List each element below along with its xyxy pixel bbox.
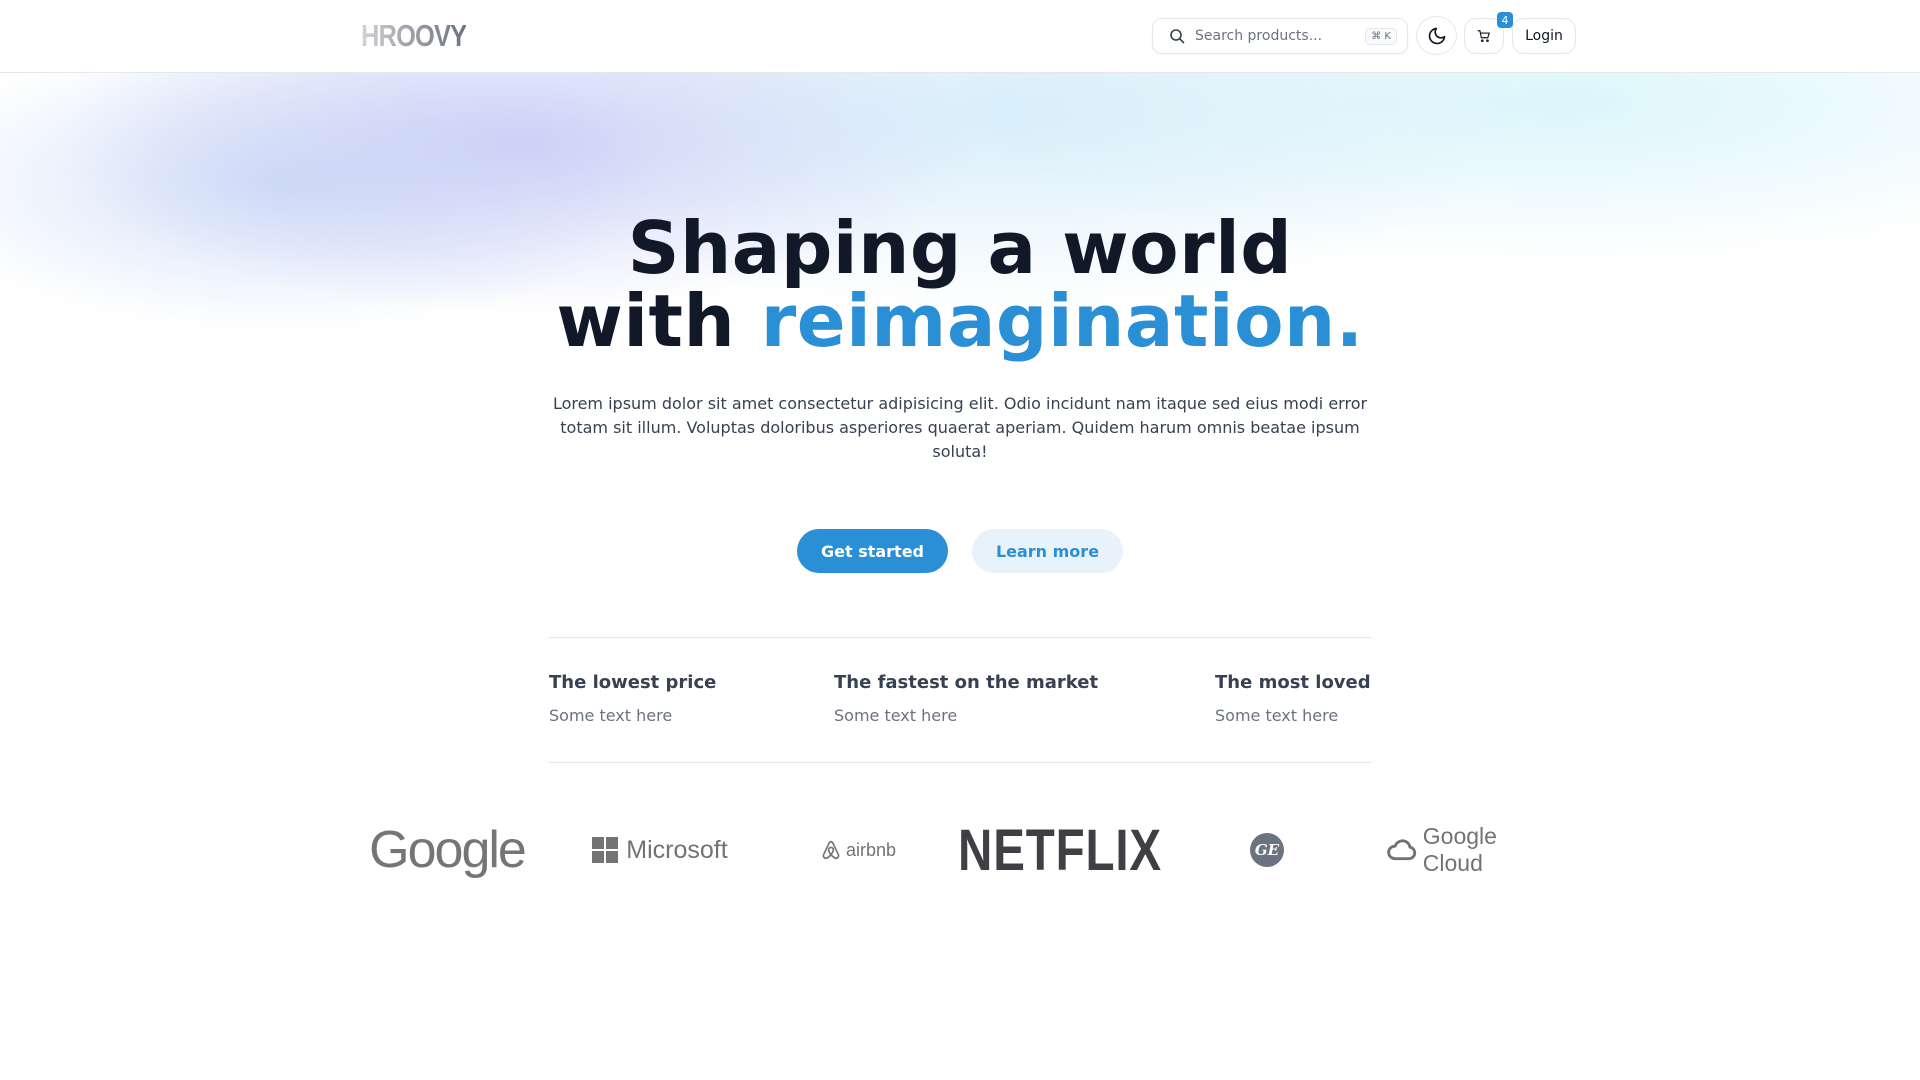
- hero-headline: Shaping a world with reimagination.: [0, 212, 1920, 358]
- airbnb-wordmark: airbnb: [845, 839, 897, 860]
- feature-text: Some text here: [834, 706, 958, 725]
- feature-lowest-price: The lowest price Some text here: [549, 672, 716, 725]
- headline-line-1: Shaping a world: [627, 206, 1293, 290]
- search-box[interactable]: ⌘ K: [1152, 18, 1408, 54]
- feature-text: Some text here: [1215, 706, 1339, 725]
- headline-with: with: [556, 279, 761, 363]
- search-icon: [1170, 29, 1185, 44]
- features-strip: The lowest price Some text here The fast…: [549, 637, 1371, 763]
- airbnb-belo-icon: [822, 840, 840, 860]
- microsoft-grid-icon: [592, 837, 619, 863]
- cart-icon: [1477, 30, 1490, 43]
- headline-accent: reimagination.: [760, 279, 1364, 363]
- moon-icon: [1428, 27, 1445, 44]
- feature-title: The lowest price: [549, 672, 717, 693]
- cloud-icon: [1387, 839, 1417, 861]
- feature-fastest: The fastest on the market Some text here: [834, 672, 1098, 725]
- search-input[interactable]: [1195, 28, 1365, 44]
- cart-button[interactable]: 4: [1464, 12, 1513, 54]
- ge-logo: GE: [1250, 833, 1284, 867]
- cart-count-badge: 4: [1497, 12, 1513, 28]
- feature-most-loved: The most loved Some text here: [1215, 672, 1371, 725]
- microsoft-wordmark: Microsoft: [626, 835, 728, 864]
- search-shortcut-badge: ⌘ K: [1365, 27, 1397, 45]
- google-logo: Google: [369, 821, 527, 879]
- get-started-button[interactable]: Get started: [797, 529, 948, 573]
- feature-title: The most loved: [1215, 672, 1371, 693]
- feature-text: Some text here: [549, 706, 673, 725]
- site-header: HROOVY ⌘ K 4 Login: [0, 0, 1920, 73]
- login-button[interactable]: Login: [1512, 18, 1576, 54]
- feature-title: The fastest on the market: [834, 672, 1099, 693]
- partner-logos: Google Microsoft airbnb NETFLIX GE Googl…: [0, 810, 1920, 890]
- theme-toggle-button[interactable]: [1416, 16, 1457, 55]
- learn-more-button[interactable]: Learn more: [972, 529, 1123, 573]
- hero-description: Lorem ipsum dolor sit amet consectetur a…: [552, 394, 1368, 461]
- netflix-logo: NETFLIX: [958, 817, 1162, 883]
- airbnb-logo: airbnb: [808, 830, 908, 870]
- logo[interactable]: HROOVY: [361, 18, 467, 54]
- google-cloud-wordmark: Google Cloud: [1422, 823, 1497, 876]
- microsoft-logo: Microsoft: [585, 830, 735, 870]
- google-cloud-logo: Google Cloud: [1386, 823, 1558, 876]
